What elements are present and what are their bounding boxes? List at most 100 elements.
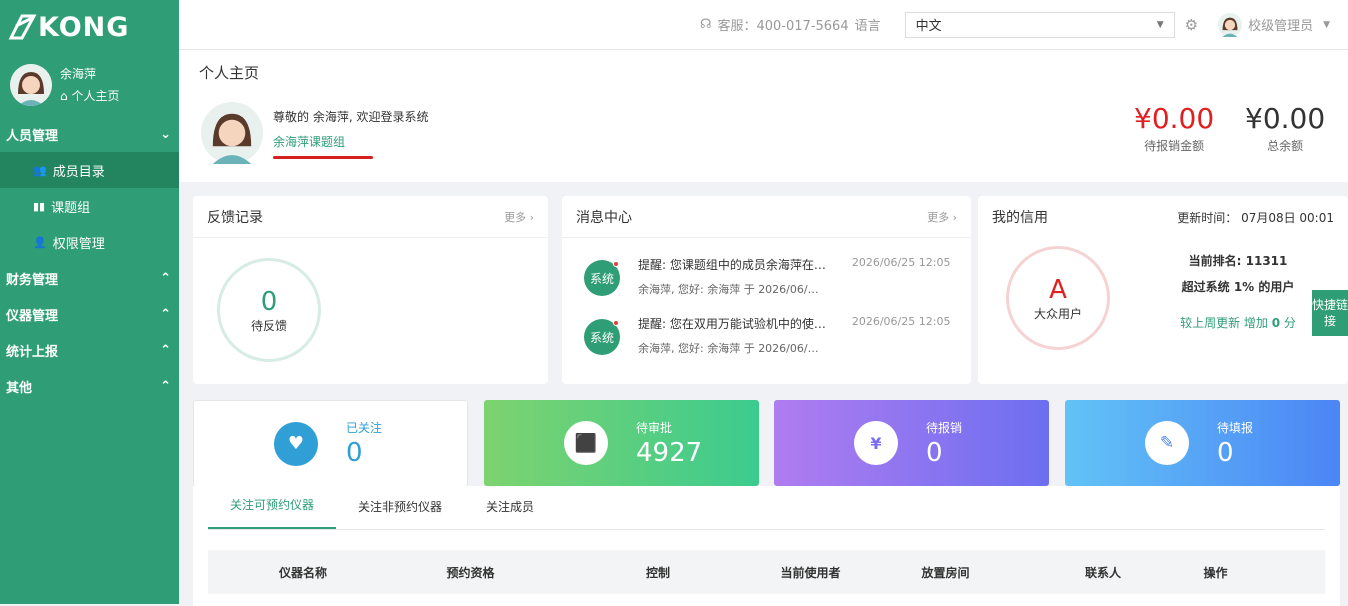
- menu-group-label: 统计上报: [6, 341, 58, 360]
- menu-group-statistics[interactable]: 统计上报 ⌃: [0, 332, 179, 368]
- logo-mark-icon: [8, 12, 38, 42]
- caret-down-icon: ▼: [1157, 20, 1164, 30]
- group-link[interactable]: 余海萍课题组: [273, 133, 428, 150]
- feedback-count: 0: [261, 287, 278, 317]
- quick-link-button[interactable]: 快捷链接: [1312, 290, 1348, 336]
- unread-dot: [613, 320, 619, 326]
- messages-more-link[interactable]: 更多 ›: [927, 209, 957, 225]
- tab-non-bookable-instruments[interactable]: 关注非预约仪器: [336, 498, 464, 529]
- stat-followed[interactable]: ♥ 已关注 0: [193, 400, 468, 486]
- welcome-block: 尊敬的 余海萍, 欢迎登录系统 余海萍课题组: [201, 102, 428, 164]
- credit-grade-label: 大众用户: [1034, 305, 1082, 322]
- rank-value: 11311: [1246, 254, 1288, 268]
- menu-group-label: 其他: [6, 377, 32, 396]
- credit-title: 我的信用: [992, 207, 1048, 227]
- more-label: 更多: [927, 211, 949, 224]
- invoice-icon: ¥: [854, 421, 898, 465]
- message-center-card: 消息中心 更多 › 系统 提醒: 您课题组中的成员余海萍在… 余海萍, 您好: …: [562, 196, 971, 384]
- feedback-more-link[interactable]: 更多 ›: [504, 209, 534, 225]
- welcome-greeting: 尊敬的 余海萍, 欢迎登录系统: [273, 108, 428, 125]
- admin-menu[interactable]: 校级管理员: [1248, 15, 1313, 34]
- message-title: 提醒: 您课题组中的成员余海萍在…: [638, 256, 826, 273]
- stat-pending-reimburse[interactable]: ¥ 待报销 0: [774, 400, 1049, 486]
- chevron-up-icon: ⌃: [160, 379, 171, 394]
- exceed-suffix: 的用户: [1258, 280, 1294, 294]
- sidebar: KONG 余海萍 ⌂ 个人主页 人员管理 ⌄ 👥 成员目录 ▮▮ 课题组 👤 权…: [0, 0, 179, 604]
- feedback-circle[interactable]: 0 待反馈: [217, 258, 321, 362]
- system-badge: 系统: [584, 260, 620, 296]
- language-label: 语言: [855, 15, 881, 34]
- gear-icon[interactable]: ⚙: [1185, 16, 1198, 34]
- language-select[interactable]: 中文 ▼: [905, 12, 1175, 38]
- headset-icon: ☊: [700, 17, 712, 32]
- sidebar-item-label: 权限管理: [53, 233, 105, 252]
- update-time: 07月08日 00:01: [1241, 211, 1334, 225]
- stat-value: 0: [346, 438, 382, 468]
- sidebar-item-permissions[interactable]: 👤 权限管理: [0, 224, 179, 260]
- tab-bookable-instruments[interactable]: 关注可预约仪器: [208, 496, 336, 529]
- stat-label: 待填报: [1217, 419, 1253, 436]
- unread-dot: [613, 261, 619, 267]
- chevron-up-icon: ⌃: [160, 271, 171, 286]
- logo[interactable]: KONG: [0, 0, 179, 54]
- page-title: 个人主页: [199, 62, 1328, 83]
- more-label: 更多: [504, 211, 526, 224]
- stat-pending-report[interactable]: ✎ 待填报 0: [1065, 400, 1340, 486]
- message-center-title: 消息中心: [576, 207, 632, 227]
- home-link-label: 个人主页: [71, 89, 119, 103]
- avatar[interactable]: [201, 102, 263, 164]
- column-header: 放置房间: [848, 564, 1043, 581]
- avatar[interactable]: [10, 64, 52, 106]
- sidebar-item-label: 课题组: [51, 197, 90, 216]
- column-header: 操作: [1163, 564, 1268, 581]
- menu-group-instruments[interactable]: 仪器管理 ⌃: [0, 296, 179, 332]
- stat-label: 待报销: [926, 419, 962, 436]
- admin-avatar-icon[interactable]: [1218, 13, 1242, 37]
- message-title: 提醒: 您在双用万能试验机中的使…: [638, 315, 826, 332]
- credit-card: 我的信用 更新时间： 07月08日 00:01 A 大众用户 当前排名: 113…: [978, 196, 1348, 384]
- system-badge: 系统: [584, 319, 620, 355]
- total-balance-block: ¥0.00 总余额: [1245, 102, 1325, 154]
- exceed-percent: 1%: [1234, 280, 1254, 294]
- stat-value: 0: [926, 438, 962, 468]
- sidebar-item-label: 成员目录: [53, 161, 105, 180]
- stat-label: 待审批: [636, 419, 702, 436]
- logo-text: KONG: [38, 12, 129, 43]
- tab-bar: 关注可预约仪器 关注非预约仪器 关注成员: [208, 486, 1325, 530]
- update-label: 更新时间：: [1177, 211, 1237, 225]
- sidebar-item-groups[interactable]: ▮▮ 课题组: [0, 188, 179, 224]
- chevron-right-icon: ›: [530, 211, 534, 224]
- menu-group-finance[interactable]: 财务管理 ⌃: [0, 260, 179, 296]
- tab-followed-members[interactable]: 关注成员: [464, 498, 556, 529]
- weekly-value: 0: [1272, 316, 1280, 330]
- home-link[interactable]: ⌂ 个人主页: [60, 85, 119, 107]
- chevron-right-icon: ›: [953, 211, 957, 224]
- home-icon: ⌂: [60, 89, 68, 103]
- stat-pending-approval[interactable]: ⬛ 待审批 4927: [484, 400, 759, 486]
- caret-down-icon[interactable]: ▼: [1323, 20, 1330, 30]
- message-item[interactable]: 系统 提醒: 您在双用万能试验机中的使… 余海萍, 您好: 余海萍 于 2026…: [562, 315, 971, 356]
- heart-icon: ♥: [274, 422, 318, 466]
- message-time: 2026/06/25 12:05: [852, 256, 951, 269]
- avatar-icon: [201, 102, 263, 164]
- message-preview: 余海萍, 您好: 余海萍 于 2026/06/…: [638, 281, 826, 297]
- badge-label: 系统: [590, 270, 614, 287]
- pending-amount: ¥0.00: [1134, 102, 1214, 135]
- exceed-prefix: 超过系统: [1182, 280, 1230, 294]
- menu-group-people[interactable]: 人员管理 ⌄: [0, 116, 179, 152]
- message-item[interactable]: 系统 提醒: 您课题组中的成员余海萍在… 余海萍, 您好: 余海萍 于 2026…: [562, 256, 971, 297]
- book-icon: ▮▮: [33, 200, 45, 213]
- weekly-unit: 分: [1284, 316, 1296, 330]
- credit-rank: 当前排名: 11311: [1158, 252, 1318, 269]
- users-icon: 👥: [33, 164, 47, 177]
- menu-group-other[interactable]: 其他 ⌃: [0, 368, 179, 404]
- sidebar-item-members[interactable]: 👥 成员目录: [0, 152, 179, 188]
- user-profile: 余海萍 ⌂ 个人主页: [0, 54, 179, 116]
- stat-value: 0: [1217, 438, 1253, 468]
- credit-grade-circle[interactable]: A 大众用户: [1006, 246, 1110, 350]
- feedback-title: 反馈记录: [207, 207, 263, 227]
- total-balance-label: 总余额: [1245, 137, 1325, 154]
- pending-amount-block: ¥0.00 待报销金额: [1134, 102, 1214, 154]
- credit-exceed: 超过系统 1% 的用户: [1158, 278, 1318, 295]
- stat-label: 已关注: [346, 419, 382, 436]
